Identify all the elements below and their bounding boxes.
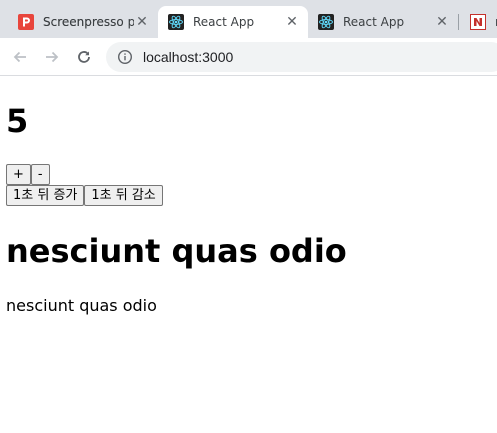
- tab-partial[interactable]: n: [460, 6, 497, 38]
- browser-toolbar: localhost:3000: [0, 38, 497, 76]
- react-icon: [168, 14, 184, 30]
- close-tab-icon[interactable]: ✕: [434, 14, 450, 30]
- n-icon: [470, 14, 486, 30]
- tab-title: React App: [193, 15, 255, 29]
- tab-title: React App: [343, 15, 405, 29]
- decrement-button[interactable]: -: [30, 164, 50, 185]
- address-bar[interactable]: localhost:3000: [106, 42, 497, 72]
- page-content: 5 + - 1초 뒤 증가 1초 뒤 감소 nesciunt quas odio…: [0, 77, 497, 433]
- reload-icon[interactable]: [72, 45, 96, 69]
- screenpresso-icon: [18, 14, 34, 30]
- forward-arrow-icon[interactable]: [40, 45, 64, 69]
- tab-react-app-active[interactable]: React App ✕: [158, 6, 308, 38]
- tab-title: Screenpresso p: [43, 15, 134, 29]
- increment-button[interactable]: +: [6, 164, 31, 185]
- counter-value: 5: [6, 102, 29, 140]
- tab-react-app[interactable]: React App ✕: [308, 6, 458, 38]
- tab-separator: [458, 14, 459, 30]
- delayed-increment-button[interactable]: 1초 뒤 증가: [6, 185, 85, 206]
- delayed-decrement-button[interactable]: 1초 뒤 감소: [84, 185, 163, 206]
- counter-button-row: + -: [6, 164, 50, 185]
- address-url: localhost:3000: [143, 49, 234, 65]
- react-icon: [318, 14, 334, 30]
- post-body: nesciunt quas odio: [6, 296, 157, 315]
- post-title: nesciunt quas odio: [6, 232, 347, 270]
- delayed-button-row: 1초 뒤 증가 1초 뒤 감소: [6, 185, 163, 206]
- close-tab-icon[interactable]: ✕: [134, 14, 150, 30]
- browser-tab-strip: Screenpresso p ✕ React App ✕ React App ✕: [0, 0, 497, 38]
- tab-screenpresso[interactable]: Screenpresso p ✕: [8, 6, 158, 38]
- close-tab-icon[interactable]: ✕: [284, 14, 300, 30]
- back-arrow-icon[interactable]: [8, 45, 32, 69]
- info-icon[interactable]: [117, 49, 133, 65]
